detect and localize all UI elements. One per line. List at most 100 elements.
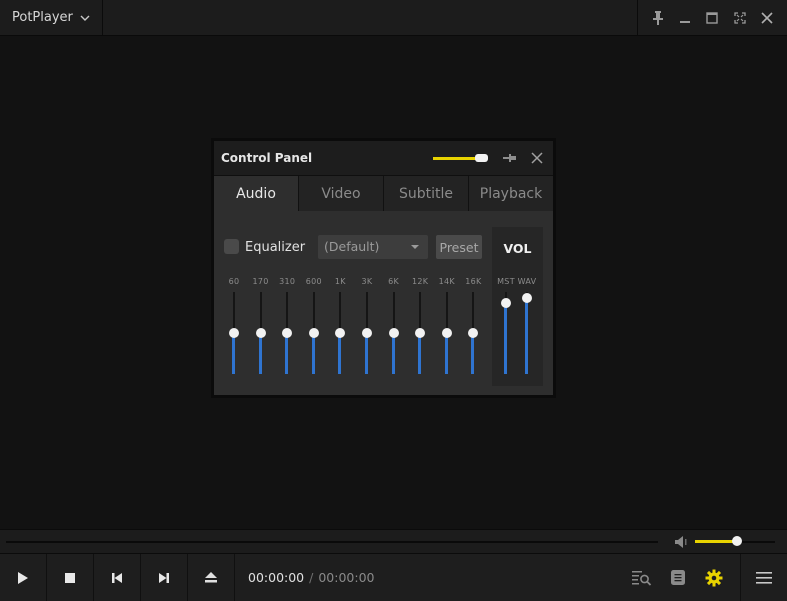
- stop-icon: [65, 572, 75, 583]
- total-time: 00:00:00: [318, 570, 375, 585]
- eq-band-6k-slider[interactable]: [388, 292, 399, 374]
- preset-button[interactable]: Preset: [436, 235, 482, 259]
- eq-band-600-slider[interactable]: [308, 292, 319, 374]
- control-panel: Control Panel Audio Video Subtitle Playb…: [211, 138, 556, 398]
- eq-band-12k-slider[interactable]: [415, 292, 426, 374]
- eq-band-3k-label: 3K: [361, 277, 373, 286]
- next-button[interactable]: [141, 554, 188, 601]
- title-bar: PotPlayer: [0, 0, 787, 36]
- maximize-button[interactable]: [702, 8, 722, 28]
- volume-slider-thumb[interactable]: [732, 536, 743, 546]
- eq-band-12k-slider-fill: [418, 333, 422, 374]
- close-icon[interactable]: [530, 151, 544, 165]
- eject-button[interactable]: [188, 554, 235, 601]
- eq-band-1k-label: 1K: [334, 277, 346, 286]
- equalizer-checkbox[interactable]: [224, 239, 239, 254]
- eq-band-6k-slider-thumb[interactable]: [388, 328, 399, 338]
- playback-controls: 00:00:00 / 00:00:00: [0, 553, 787, 601]
- current-time: 00:00:00: [248, 570, 305, 585]
- eq-band-16k-slider[interactable]: [468, 292, 479, 374]
- tab-video[interactable]: Video: [299, 176, 384, 211]
- minimize-button[interactable]: [675, 8, 695, 28]
- app-title: PotPlayer: [12, 10, 73, 25]
- eq-band-16k-slider-fill: [471, 333, 475, 374]
- seekbar-row: [0, 529, 787, 554]
- volume-mst-slider-fill: [504, 303, 507, 374]
- tab-playback[interactable]: Playback: [469, 176, 553, 211]
- play-button[interactable]: [0, 554, 47, 601]
- tab-subtitle[interactable]: Subtitle: [384, 176, 469, 211]
- eq-band-600-slider-thumb[interactable]: [308, 328, 319, 338]
- eq-band-1k-slider[interactable]: [335, 292, 346, 374]
- fullscreen-icon: [734, 11, 746, 24]
- volume-wav-label: WAV: [517, 277, 537, 286]
- eq-band-6k-slider-fill: [391, 333, 395, 374]
- volume-slider-fill: [695, 540, 738, 543]
- app-menu-button[interactable]: PotPlayer: [0, 0, 103, 35]
- divider: [740, 554, 741, 601]
- control-panel-header[interactable]: Control Panel: [214, 141, 553, 175]
- dropdown-arrow-icon: [411, 245, 419, 249]
- eq-band-12k-slider-thumb[interactable]: [415, 328, 426, 338]
- close-icon: [761, 11, 773, 24]
- chevron-down-icon: [80, 15, 90, 21]
- equalizer-row: Equalizer (Default) Preset: [224, 235, 544, 261]
- eq-band-600-label: 600: [305, 277, 322, 286]
- eq-band-310-label: 310: [279, 277, 296, 286]
- eq-band-6k-label: 6K: [388, 277, 400, 286]
- eq-band-14k-slider-thumb[interactable]: [441, 328, 452, 338]
- eq-band-310-slider[interactable]: [282, 292, 293, 374]
- eq-band-310-slider-thumb[interactable]: [282, 328, 293, 338]
- time-separator: /: [309, 570, 314, 585]
- eq-band-14k-label: 14K: [438, 277, 455, 286]
- fullscreen-button[interactable]: [730, 8, 750, 28]
- minimize-icon: [680, 20, 691, 23]
- previous-button[interactable]: [94, 554, 141, 601]
- eject-icon: [205, 572, 217, 583]
- settings-button[interactable]: [697, 554, 731, 601]
- eq-band-14k-slider[interactable]: [441, 292, 452, 374]
- eq-band-12k-label: 12K: [412, 277, 429, 286]
- eq-band-310-slider-fill: [285, 333, 289, 374]
- pin-icon[interactable]: [503, 151, 517, 165]
- eq-band-60-slider[interactable]: [229, 292, 239, 374]
- eq-band-170-label: 170: [252, 277, 269, 286]
- eq-band-1k-slider-fill: [338, 333, 342, 374]
- settings-icon: [705, 569, 723, 586]
- volume-wav-slider-thumb[interactable]: [522, 292, 532, 303]
- volume-mst-slider-thumb[interactable]: [501, 298, 511, 309]
- playlist-search-icon: [632, 570, 652, 586]
- tab-audio[interactable]: Audio: [214, 176, 299, 211]
- eq-band-3k-slider-thumb[interactable]: [362, 328, 372, 338]
- volume-mst-slider[interactable]: [501, 292, 511, 374]
- eq-band-3k-slider[interactable]: [362, 292, 372, 374]
- next-icon: [159, 572, 169, 583]
- control-panel-title: Control Panel: [221, 151, 313, 165]
- close-button[interactable]: [757, 8, 777, 28]
- opacity-slider-thumb[interactable]: [475, 154, 488, 162]
- previous-icon: [112, 572, 122, 583]
- volume-icon[interactable]: [674, 535, 690, 549]
- eq-band-3k-slider-fill: [365, 333, 368, 374]
- window-controls: [637, 0, 787, 35]
- pin-button[interactable]: [648, 8, 668, 28]
- eq-band-60-slider-thumb[interactable]: [229, 328, 239, 338]
- control-panel-tabs: Audio Video Subtitle Playback: [214, 175, 553, 211]
- playlist-search-button[interactable]: [625, 554, 659, 601]
- equalizer-preset-select[interactable]: (Default): [318, 235, 428, 259]
- main-menu-button[interactable]: [747, 554, 781, 601]
- volume-wav-slider[interactable]: [522, 292, 532, 374]
- equalizer-preset-value: (Default): [324, 239, 380, 254]
- eq-band-16k-slider-thumb[interactable]: [468, 328, 479, 338]
- play-icon: [18, 571, 28, 584]
- eq-band-600-slider-fill: [311, 333, 315, 374]
- eq-band-170-slider-thumb[interactable]: [255, 328, 266, 338]
- info-icon: [671, 570, 685, 585]
- eq-band-1k-slider-thumb[interactable]: [335, 328, 346, 338]
- seek-bar[interactable]: [6, 541, 658, 543]
- eq-band-170-slider[interactable]: [255, 292, 266, 374]
- stop-button[interactable]: [47, 554, 94, 601]
- info-button[interactable]: [661, 554, 695, 601]
- opacity-slider[interactable]: [433, 154, 488, 162]
- time-display: 00:00:00 / 00:00:00: [248, 570, 375, 585]
